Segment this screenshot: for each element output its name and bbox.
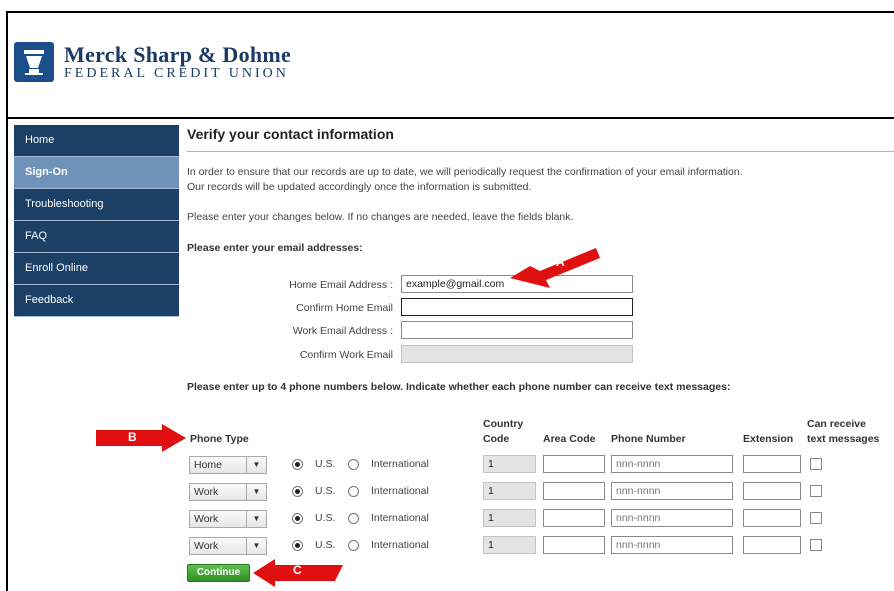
col-phone-number: Phone Number <box>611 433 686 445</box>
area-code-input[interactable] <box>543 455 605 473</box>
col-text-1: Can receive <box>807 418 866 430</box>
phone-heading: Please enter up to 4 phone numbers below… <box>187 381 731 393</box>
intro-text-2: Our records will be updated accordingly … <box>187 181 532 193</box>
confirm-home-email-label: Confirm Home Email <box>296 302 393 314</box>
us-radio[interactable] <box>292 513 303 524</box>
international-label: International <box>371 458 429 470</box>
international-radio[interactable] <box>348 513 359 524</box>
text-message-checkbox[interactable] <box>810 512 822 524</box>
us-radio[interactable] <box>292 540 303 551</box>
sidebar-nav: Home Sign-On Troubleshooting FAQ Enroll … <box>14 125 179 317</box>
sidebar-item-sign-on[interactable]: Sign-On <box>14 157 179 189</box>
col-text-2: text messages <box>807 433 880 445</box>
international-radio[interactable] <box>348 540 359 551</box>
phone-number-input[interactable] <box>611 509 733 527</box>
annotation-label-b: B <box>128 430 137 444</box>
annotation-arrow-a: A <box>510 244 602 288</box>
country-code-input[interactable] <box>483 482 536 500</box>
col-area-code: Area Code <box>543 433 596 445</box>
email-heading: Please enter your email addresses: <box>187 242 363 254</box>
country-code-input[interactable] <box>483 455 536 473</box>
phone-type-value: Work <box>194 513 219 525</box>
chevron-down-icon: ▼ <box>246 538 266 554</box>
phone-number-input[interactable] <box>611 455 733 473</box>
confirm-home-email-input[interactable] <box>401 298 633 316</box>
sidebar-item-troubleshooting[interactable]: Troubleshooting <box>14 189 179 221</box>
us-label: U.S. <box>315 485 336 497</box>
confirm-work-email-label: Confirm Work Email <box>299 349 393 361</box>
international-label: International <box>371 539 429 551</box>
sidebar-item-home[interactable]: Home <box>14 125 179 157</box>
area-code-input[interactable] <box>543 482 605 500</box>
instruction-text: Please enter your changes below. If no c… <box>187 211 574 223</box>
area-code-input[interactable] <box>543 536 605 554</box>
phone-type-select[interactable]: Work ▼ <box>189 510 267 528</box>
col-country-1: Country <box>483 418 524 430</box>
mortar-pestle-icon <box>14 42 54 82</box>
col-phone-type: Phone Type <box>190 433 249 445</box>
text-message-checkbox[interactable] <box>810 458 822 470</box>
sidebar-item-faq[interactable]: FAQ <box>14 221 179 253</box>
phone-type-select[interactable]: Home ▼ <box>189 456 267 474</box>
annotation-arrow-c: C <box>253 559 343 587</box>
brand-subtitle: FEDERAL CREDIT UNION <box>64 66 289 81</box>
phone-number-input[interactable] <box>611 482 733 500</box>
header-divider <box>8 117 894 119</box>
international-label: International <box>371 512 429 524</box>
page-title: Verify your contact information <box>187 126 894 152</box>
brand-name: Merck Sharp & Dohme <box>64 42 292 67</box>
chevron-down-icon: ▼ <box>246 457 266 473</box>
extension-input[interactable] <box>743 509 801 527</box>
international-label: International <box>371 485 429 497</box>
extension-input[interactable] <box>743 455 801 473</box>
us-label: U.S. <box>315 539 336 551</box>
annotation-arrow-b: B <box>96 424 186 452</box>
us-radio[interactable] <box>292 459 303 470</box>
country-code-input[interactable] <box>483 536 536 554</box>
work-email-input[interactable] <box>401 321 633 339</box>
col-extension: Extension <box>743 433 794 445</box>
sidebar-item-feedback[interactable]: Feedback <box>14 285 179 317</box>
brand-logo[interactable]: Merck Sharp & Dohme FEDERAL CREDIT UNION <box>14 42 314 86</box>
annotation-label-a: A <box>556 255 565 269</box>
continue-button[interactable]: Continue <box>187 564 250 582</box>
phone-type-value: Work <box>194 486 219 498</box>
phone-type-select[interactable]: Work ▼ <box>189 537 267 555</box>
us-radio[interactable] <box>292 486 303 497</box>
phone-type-value: Home <box>194 459 223 471</box>
sidebar-item-enroll-online[interactable]: Enroll Online <box>14 253 179 285</box>
us-label: U.S. <box>315 512 336 524</box>
phone-number-input[interactable] <box>611 536 733 554</box>
us-label: U.S. <box>315 458 336 470</box>
annotation-label-c: C <box>293 563 302 577</box>
text-message-checkbox[interactable] <box>810 485 822 497</box>
intro-text-1: In order to ensure that our records are … <box>187 166 743 178</box>
work-email-label: Work Email Address : <box>292 325 393 337</box>
home-email-label: Home Email Address : <box>289 279 393 291</box>
phone-type-value: Work <box>194 540 219 552</box>
chevron-down-icon: ▼ <box>246 511 266 527</box>
col-country-2: Code <box>483 433 510 445</box>
international-radio[interactable] <box>348 486 359 497</box>
confirm-work-email-input[interactable] <box>401 345 633 363</box>
main-content: Verify your contact information In order… <box>187 126 894 393</box>
area-code-input[interactable] <box>543 509 605 527</box>
extension-input[interactable] <box>743 536 801 554</box>
chevron-down-icon: ▼ <box>246 484 266 500</box>
country-code-input[interactable] <box>483 509 536 527</box>
extension-input[interactable] <box>743 482 801 500</box>
phone-type-select[interactable]: Work ▼ <box>189 483 267 501</box>
international-radio[interactable] <box>348 459 359 470</box>
text-message-checkbox[interactable] <box>810 539 822 551</box>
